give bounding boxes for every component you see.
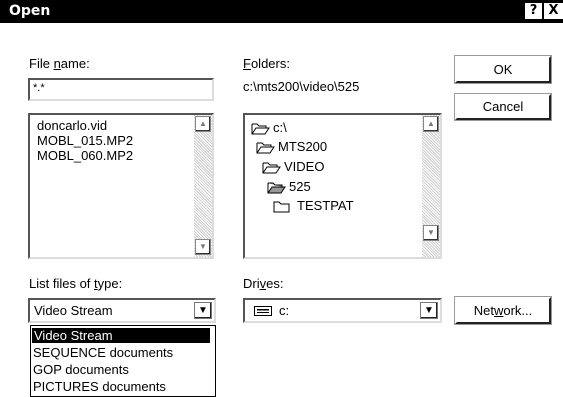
scroll-up-icon[interactable]: ▲ <box>423 116 439 132</box>
drives-label: Drives: <box>243 276 284 291</box>
scroll-down-icon[interactable]: ▼ <box>423 225 439 241</box>
scroll-down-icon[interactable]: ▼ <box>195 239 211 255</box>
folder-tree[interactable]: c:\ MTS200 VIDEO 525 TESTPAT ▲ ▼ <box>243 113 442 259</box>
chevron-down-icon[interactable]: ▼ <box>420 302 438 319</box>
dropdown-option[interactable]: Video Stream <box>32 328 210 343</box>
file-list-scrollbar[interactable]: ▲ ▼ <box>194 115 212 257</box>
current-folder-path: c:\mts200\video\525 <box>243 79 360 94</box>
chevron-down-icon[interactable]: ▼ <box>194 302 212 319</box>
file-item[interactable]: doncarlo.vid <box>37 118 107 133</box>
network-button[interactable]: Network... <box>454 296 552 325</box>
file-type-label: List files of type: <box>29 276 123 291</box>
close-button[interactable]: X <box>544 3 563 19</box>
file-item[interactable]: MOBL_015.MP2 <box>37 133 133 148</box>
file-name-input[interactable]: *.* <box>28 78 214 101</box>
drive-icon <box>254 306 272 316</box>
open-folder-icon <box>256 142 275 154</box>
open-folder-icon <box>251 123 270 135</box>
dropdown-option[interactable]: PICTURES documents <box>33 379 166 394</box>
open-folder-icon <box>262 162 281 174</box>
file-type-select[interactable]: Video Stream ▼ <box>28 298 216 323</box>
open-folder-selected-icon <box>267 182 286 194</box>
folder-tree-scrollbar[interactable]: ▲ ▼ <box>422 115 440 257</box>
file-item[interactable]: MOBL_060.MP2 <box>37 148 133 163</box>
help-button[interactable]: ? <box>525 3 542 19</box>
open-dialog: Open ? X File name: *.* doncarlo.vid MOB… <box>0 0 563 328</box>
window-title: Open <box>9 3 51 19</box>
drives-select[interactable]: c: ▼ <box>243 298 442 323</box>
closed-folder-icon <box>273 201 290 213</box>
file-name-label: File name: <box>29 56 90 71</box>
file-type-selected: Video Stream <box>34 303 113 318</box>
dropdown-option[interactable]: GOP documents <box>33 362 129 377</box>
scroll-up-icon[interactable]: ▲ <box>195 116 211 132</box>
ok-button[interactable]: OK <box>454 55 552 84</box>
file-name-value: *.* <box>33 82 45 94</box>
drive-selected: c: <box>279 303 290 318</box>
folders-label: Folders: <box>243 56 290 71</box>
dropdown-option[interactable]: SEQUENCE documents <box>33 345 173 360</box>
file-list[interactable]: doncarlo.vid MOBL_015.MP2 MOBL_060.MP2 ▲… <box>28 113 214 259</box>
title-bar[interactable]: Open ? X <box>0 0 563 23</box>
cancel-button[interactable]: Cancel <box>454 93 552 121</box>
file-type-dropdown[interactable]: Video Stream SEQUENCE documents GOP docu… <box>30 325 216 397</box>
